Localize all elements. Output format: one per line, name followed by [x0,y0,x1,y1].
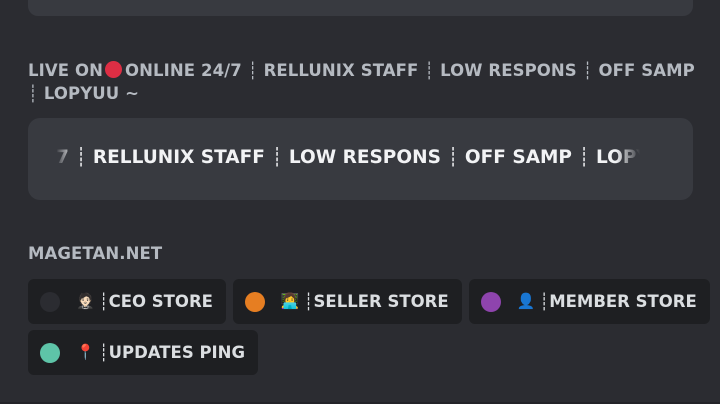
person-in-tuxedo-icon: 🤵🏻 [76,292,95,310]
role-label: ┊MEMBER STORE [539,292,697,311]
roles-row-1: 🤵🏻 ┊CEO STORE 👩‍💻 ┊SELLER STORE 👤 ┊MEMBE… [28,279,710,324]
user-silhouette-icon: 👤 [516,292,536,310]
role-ceo-store[interactable]: 🤵🏻 ┊CEO STORE [28,279,226,324]
red-circle-icon [104,61,122,78]
previous-card [28,0,693,16]
role-label: ┊UPDATES PING [98,343,246,362]
role-updates-ping[interactable]: 📍 ┊UPDATES PING [28,330,259,375]
role-color-dot [244,291,265,312]
custom-status: LIVE ON ONLINE 24/7 ┊ RELLUNIX STAFF ┊ LO… [28,59,700,105]
round-pushpin-icon: 📍 [76,343,95,361]
technologist-icon: 👩‍💻 [280,292,300,310]
role-seller-store[interactable]: 👩‍💻 ┊SELLER STORE [232,279,462,324]
roles-row-2: 📍 ┊UPDATES PING [28,330,259,375]
status-marquee-text: 7 ┊ RELLUNIX STAFF ┊ LOW RESPONS ┊ OFF S… [56,147,640,168]
status-prefix: LIVE ON [28,61,103,80]
status-suffix: ONLINE 24/7 ┊ RELLUNIX STAFF ┊ LOW RESPO… [28,61,695,103]
role-color-dot [480,291,501,312]
role-label: ┊CEO STORE [98,292,213,311]
guild-name-heading: MAGETAN.NET [28,244,163,263]
role-color-dot [40,342,60,363]
role-label: ┊SELLER STORE [303,292,449,311]
role-member-store[interactable]: 👤 ┊MEMBER STORE [468,279,710,324]
role-color-dot [40,291,60,312]
